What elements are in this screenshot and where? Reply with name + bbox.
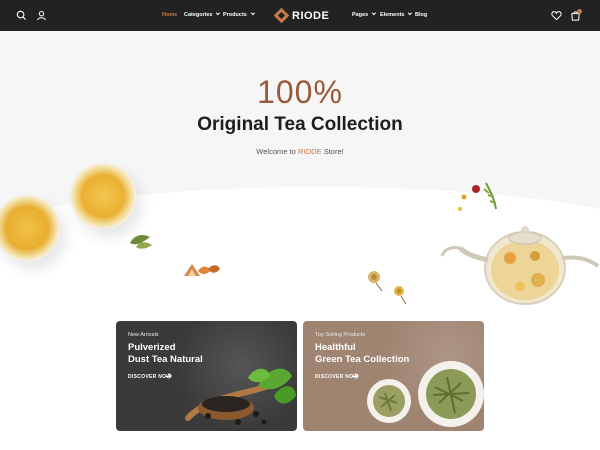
arrow-right-icon xyxy=(165,376,171,377)
discover-now-link[interactable]: DISCOVER NOW xyxy=(128,374,171,380)
logo-text: RIODE xyxy=(292,9,330,22)
hero-headline: Original Tea Collection xyxy=(197,114,403,135)
hero-background-word: Tea xyxy=(205,182,336,273)
banner-top-selling[interactable]: Top Selling Products Healthful Green Tea… xyxy=(303,321,484,431)
search-icon[interactable] xyxy=(16,10,27,21)
dried-leaf-icon xyxy=(130,235,152,249)
dried-flower-icon xyxy=(368,271,383,292)
tea-cup-image xyxy=(70,163,136,229)
nav-elements-label: Elements xyxy=(380,12,405,18)
dried-fruit-icon xyxy=(198,265,220,274)
chevron-down-icon xyxy=(250,10,255,16)
top-navbar: Home Categories Products RIODE Pages Ele… xyxy=(0,0,600,31)
hero-section: Tea 100% Original Tea Collection Welcome… xyxy=(0,31,600,310)
user-icon[interactable] xyxy=(36,10,47,21)
hero-subtitle: Welcome to RIODE Store! xyxy=(0,147,600,156)
arrow-right-icon xyxy=(352,376,358,377)
banner-title-line: Pulverized xyxy=(128,342,176,353)
site-logo[interactable]: RIODE xyxy=(273,7,330,24)
discover-now-link[interactable]: DISCOVER NOW xyxy=(315,374,358,380)
tea-bowls-image xyxy=(367,361,484,427)
hero-subtitle-prefix: Welcome to xyxy=(256,147,298,156)
nav-blog-link[interactable]: Blog xyxy=(415,11,427,19)
banner-kicker: New Arrivals xyxy=(128,332,159,338)
hero-subtitle-brand: RIODE xyxy=(297,147,322,156)
chevron-down-icon xyxy=(216,10,221,16)
logo-mark-icon xyxy=(273,7,290,24)
nav-categories-label: Categories xyxy=(184,12,213,18)
nav-products-link[interactable]: Products xyxy=(223,10,255,19)
nav-pages-label: Pages xyxy=(352,12,369,18)
chevron-down-icon xyxy=(408,10,413,16)
glass-teapot-image xyxy=(440,226,600,305)
nav-pages-link[interactable]: Pages xyxy=(352,10,377,19)
nav-elements-link[interactable]: Elements xyxy=(380,10,413,19)
heart-icon[interactable] xyxy=(551,10,562,21)
banner-title-line: Healthful xyxy=(315,342,356,353)
banner-kicker: Top Selling Products xyxy=(315,332,366,338)
hero-headline-number: 100% xyxy=(257,74,343,110)
dried-flower-icon xyxy=(394,286,407,305)
nav-products-label: Products xyxy=(223,12,247,18)
nav-categories-link[interactable]: Categories xyxy=(184,10,221,19)
nav-home-link[interactable]: Home xyxy=(162,11,177,19)
chevron-down-icon xyxy=(372,10,377,16)
banner-new-arrivals[interactable]: New Arrivals Pulverized Dust Tea Natural… xyxy=(116,321,297,431)
tea-scoop-image xyxy=(185,368,296,425)
cart-count-badge xyxy=(577,9,582,14)
hero-subtitle-suffix: Store! xyxy=(321,147,344,156)
